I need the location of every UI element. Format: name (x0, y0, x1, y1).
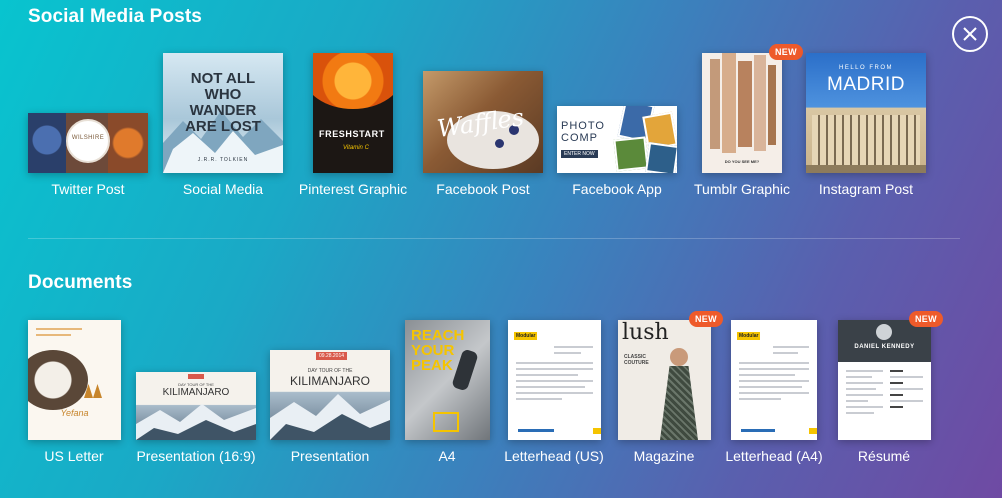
thumb-subtext: CLASSIC COUTURE (624, 354, 649, 366)
thumb-subtext: HELLO FROM (838, 65, 893, 71)
presentation-thumbnail: 09.28.2014 DAY TOUR OF THE KILIMANJARO (270, 350, 390, 440)
thumb-subtext: DO YOU SEE ME? (724, 159, 760, 164)
card-label: Presentation (290, 448, 370, 464)
thumb-text: lush (622, 320, 669, 345)
social-section-title: Social Media Posts (28, 6, 202, 27)
thumb-subtext: J.R.R. TOLKIEN (197, 157, 249, 163)
thumb-subtext: Vitamin C (343, 145, 369, 151)
letterhead-a4-thumbnail: Modular (731, 320, 817, 440)
documents-section-title: Documents (28, 272, 133, 293)
new-badge: NEW (689, 311, 723, 327)
card-label: Pinterest Graphic (298, 181, 408, 197)
card-label: Magazine (633, 448, 695, 464)
thumb-text: Modular (737, 332, 761, 340)
close-icon (963, 27, 977, 41)
us-letter-thumbnail: Yefana (28, 320, 121, 440)
card-label: Résumé (857, 448, 911, 464)
a4-thumbnail: REACH YOUR PEAK (405, 320, 490, 440)
thumb-date: 09.28.2014 (316, 352, 348, 360)
card-label: Letterhead (A4) (725, 448, 823, 464)
thumb-text: MADRID (827, 74, 905, 95)
card-label: Presentation (16:9) (136, 448, 256, 464)
facebook-app-thumbnail: PHOTO COMP ENTER NOW (557, 106, 677, 173)
resume-thumbnail: DANIEL KENNEDY (838, 320, 931, 440)
tumblr-graphic-thumbnail: DO YOU SEE ME? (702, 53, 782, 173)
pinterest-graphic-thumbnail: FRESHSTART Vitamin C (313, 53, 393, 173)
card-label: Facebook App (572, 181, 662, 197)
card-label: A4 (438, 448, 456, 464)
twitter-post-thumbnail: WILSHIRE (28, 113, 148, 173)
section-divider (28, 238, 960, 239)
new-badge: NEW (769, 44, 803, 60)
card-label: Social Media (182, 181, 264, 197)
thumb-text: NOT ALL WHO WANDER ARE LOST (185, 70, 261, 135)
magazine-thumbnail: lush CLASSIC COUTURE (618, 320, 711, 440)
facebook-post-thumbnail: Waffles (423, 71, 543, 173)
new-badge: NEW (909, 311, 943, 327)
thumb-text: PHOTO COMP (561, 120, 605, 144)
thumb-text: REACH YOUR PEAK (411, 327, 465, 374)
thumb-text: DANIEL KENNEDY (854, 344, 915, 350)
thumb-text: KILIMANJARO (289, 374, 370, 388)
instagram-post-thumbnail: HELLO FROM MADRID (806, 53, 926, 173)
thumb-text: KILIMANJARO (162, 387, 230, 398)
thumb-text: FRESHSTART (319, 129, 385, 139)
card-label: Letterhead (US) (504, 448, 604, 464)
card-label: Instagram Post (818, 181, 914, 197)
card-label: Facebook Post (436, 181, 530, 197)
thumb-text: Modular (514, 332, 538, 340)
card-label: US Letter (44, 448, 104, 464)
card-label: Tumblr Graphic (694, 181, 790, 197)
social-media-thumbnail: NOT ALL WHO WANDER ARE LOST J.R.R. TOLKI… (163, 53, 283, 173)
thumb-text: Yefana (60, 408, 89, 418)
letterhead-us-thumbnail: Modular (508, 320, 601, 440)
close-button[interactable] (952, 16, 988, 52)
card-label: Twitter Post (51, 181, 125, 197)
thumb-subtext: ENTER NOW (561, 150, 598, 158)
presentation-169-thumbnail: DAY TOUR OF THE KILIMANJARO (136, 372, 256, 440)
